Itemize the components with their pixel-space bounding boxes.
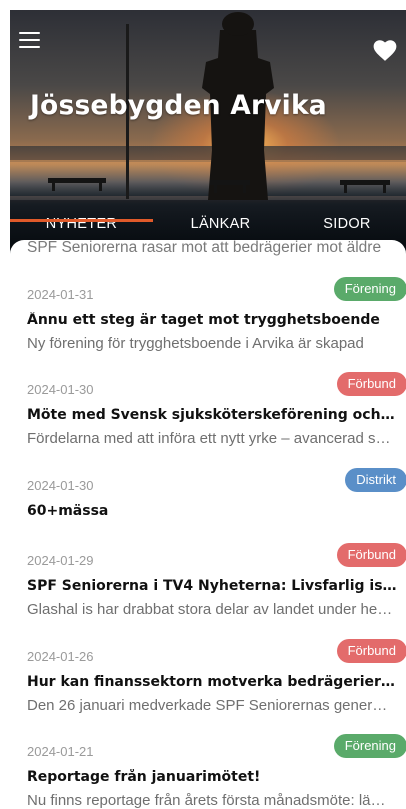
tab-lankar[interactable]: LÄNKAR <box>153 216 288 232</box>
bench <box>340 180 390 193</box>
category-badge: Förbund <box>336 372 406 396</box>
news-date: 2024-01-31 <box>27 287 94 302</box>
news-date: 2024-01-29 <box>27 553 94 568</box>
bench <box>210 180 250 193</box>
news-excerpt: Nu finns reportage från årets första mån… <box>27 792 393 809</box>
category-badge: Förening <box>333 734 406 758</box>
heart-icon[interactable] <box>372 38 398 62</box>
news-date: 2024-01-21 <box>27 744 94 759</box>
news-title: SPF Seniorerna i TV4 Nyheterna: Livsfarl… <box>27 578 399 594</box>
category-badge: Distrikt <box>345 468 406 492</box>
category-badge: Förbund <box>336 639 406 663</box>
news-title: Möte med Svensk sjuksköterskeförening oc… <box>27 407 399 423</box>
partial-excerpt: SPF Seniorerna rasar mot att bedrägerier… <box>27 240 382 256</box>
header-banner: NYHETER LÄNKAR SIDOR <box>10 10 406 260</box>
news-date: 2024-01-26 <box>27 649 94 664</box>
news-date: 2024-01-30 <box>27 382 94 397</box>
news-title: Hur kan finanssektorn motverka bedrägeri… <box>27 674 399 690</box>
page-title: Jössebygden Arvika <box>30 90 327 121</box>
news-excerpt: Glashal is har drabbat stora delar av la… <box>27 601 393 618</box>
news-excerpt: Den 26 januari medverkade SPF Seniorerna… <box>27 697 393 714</box>
news-title: Ännu ett steg är taget mot trygghetsboen… <box>27 312 380 328</box>
active-tab-indicator <box>10 219 153 222</box>
news-date: 2024-01-30 <box>27 478 94 493</box>
bench <box>48 178 106 191</box>
news-list: SPF Seniorerna rasar mot att bedrägerier… <box>10 240 406 809</box>
tab-sidor[interactable]: SIDOR <box>288 216 406 232</box>
news-excerpt: Fördelarna med att införa ett nytt yrke … <box>27 430 393 447</box>
category-badge: Förbund <box>336 543 406 567</box>
category-badge: Förening <box>333 277 406 301</box>
news-excerpt: Ny förening för trygghetsboende i Arvika… <box>27 335 364 352</box>
news-title: 60+mässa <box>27 503 109 519</box>
menu-icon[interactable] <box>19 32 40 48</box>
news-title: Reportage från januarimötet! <box>27 769 261 785</box>
